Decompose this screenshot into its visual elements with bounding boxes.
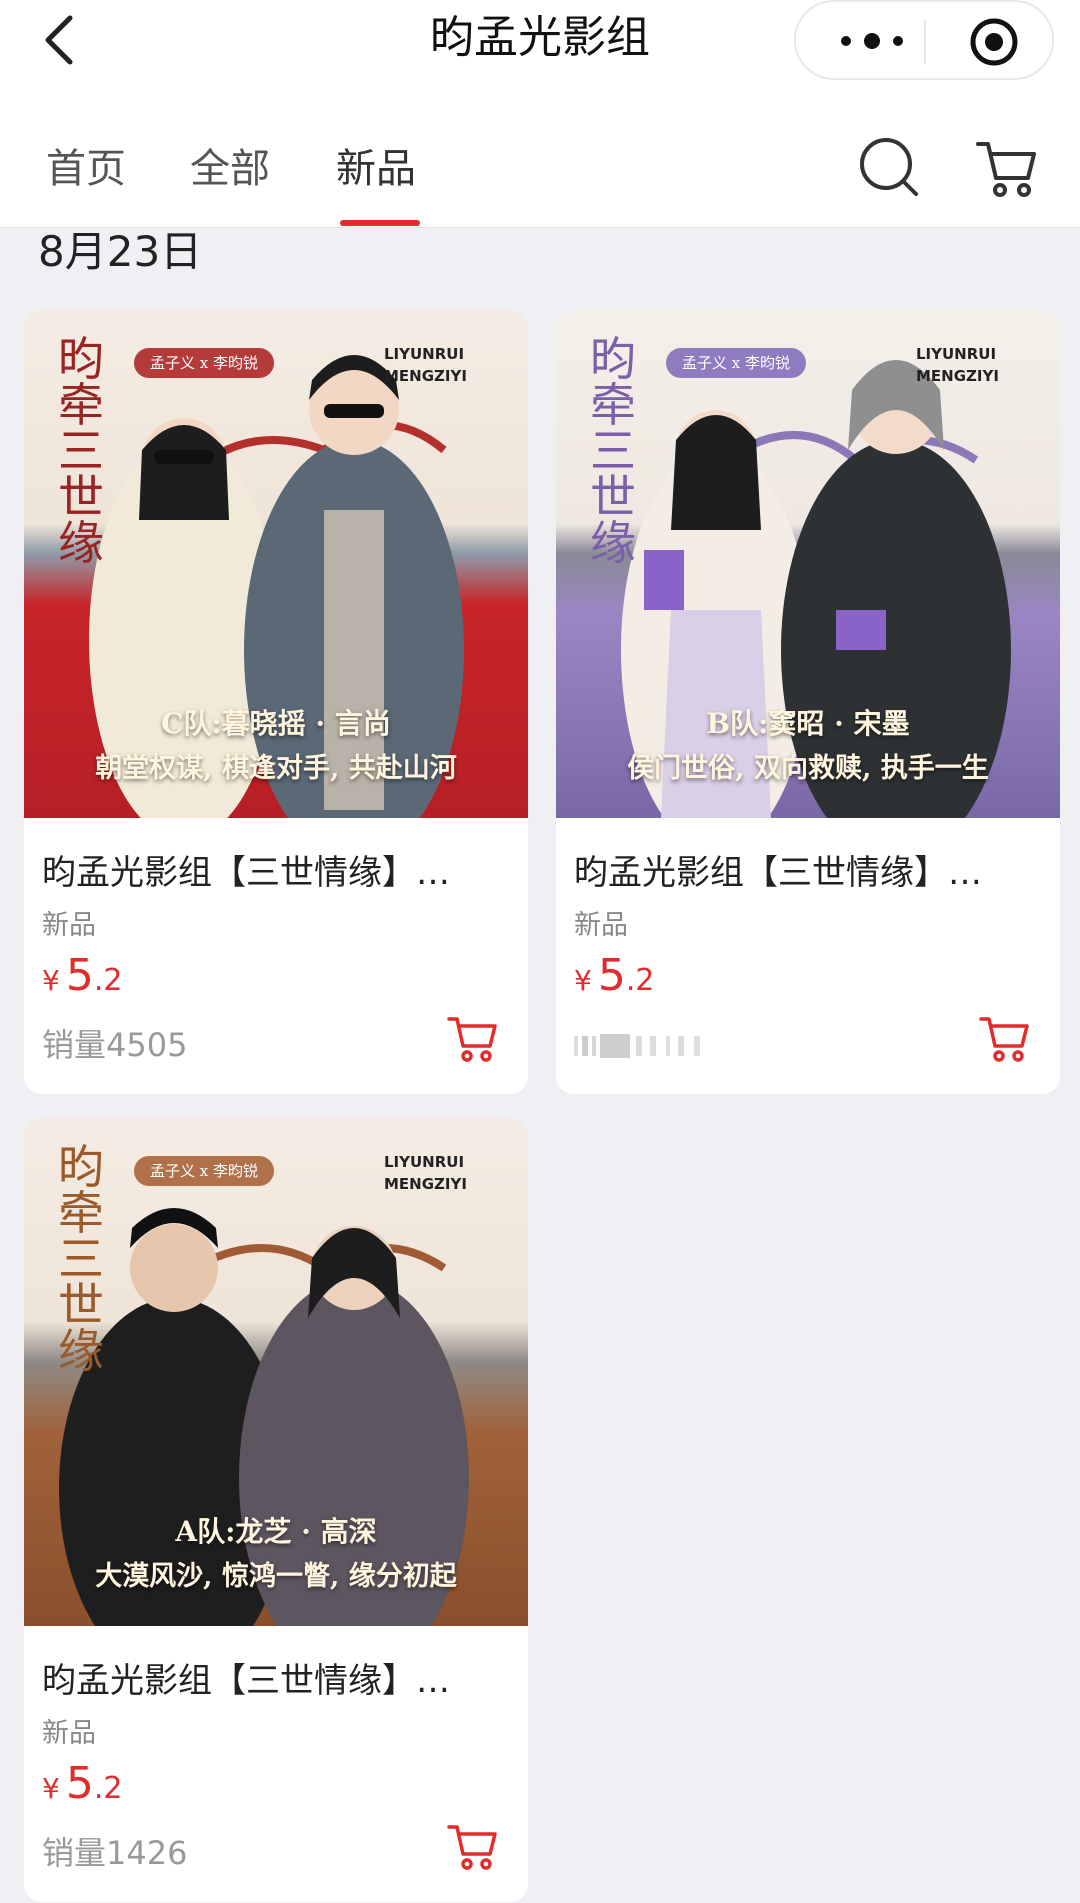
product-price: ¥5.2 [42,948,122,1013]
product-tag: 新品 [574,910,628,941]
product-card[interactable]: 昀牵三世缘 孟子义 x 李昀锐 LIYUNRUI MENGZIYI B队:窦昭 … [556,310,1060,1094]
poster-collab-badge: 孟子义 x 李昀锐 [134,1156,274,1186]
currency-symbol: ¥ [574,964,592,997]
price-integer: 5 [597,950,626,1001]
product-name[interactable]: 昀孟光影组【三世情缘】… [42,1658,512,1704]
poster-collab-badge: 孟子义 x 李昀锐 [134,348,274,378]
add-to-cart-icon[interactable] [446,1012,498,1064]
poster-vertical-title: 昀牵三世缘 [590,332,636,570]
target-icon[interactable] [968,16,1020,68]
poster-caption-2: 朝堂权谋, 棋逢对手, 共赴山河 [95,753,457,784]
top-bar: 昀孟光影组 [0,0,1080,84]
product-tag: 新品 [42,910,96,941]
price-decimal: .2 [625,963,655,998]
product-card[interactable]: 昀牵三世缘 孟子义 x 李昀锐 LIYUNRUI MENGZIYI C队:暮晓摇… [24,310,528,1094]
price-integer: 5 [65,1758,94,1809]
product-image[interactable]: 昀牵三世缘 孟子义 x 李昀锐 LIYUNRUI MENGZIYI B队:窦昭 … [556,310,1060,818]
price-decimal: .2 [93,1771,123,1806]
poster-latin-2: MENGZIYI [384,1175,467,1193]
product-card[interactable]: 昀牵三世缘 孟子义 x 李昀锐 LIYUNRUI MENGZIYI A队:龙芝 … [24,1118,528,1902]
poster-latin-1: LIYUNRUI [916,345,997,363]
tab-home[interactable]: 首页 [46,144,126,194]
capsule-divider [924,20,926,64]
sales-count: 销量4505 [42,1026,188,1064]
tab-new[interactable]: 新品 [336,144,416,194]
poster-caption-2: 侯门世俗, 双向救赎, 执手一生 [627,753,989,784]
product-tag: 新品 [42,1718,96,1749]
sales-count: 销量1426 [42,1834,188,1872]
price-integer: 5 [65,950,94,1001]
mini-program-capsule [794,0,1054,80]
active-tab-indicator [340,220,420,226]
search-icon[interactable] [858,136,922,200]
poster-latin-2: MENGZIYI [384,367,467,385]
poster-caption-1: C队:暮晓摇 · 言尚 [161,707,391,740]
poster-latin-1: LIYUNRUI [384,1153,465,1171]
product-image[interactable]: 昀牵三世缘 孟子义 x 李昀锐 LIYUNRUI MENGZIYI A队:龙芝 … [24,1118,528,1626]
product-name[interactable]: 昀孟光影组【三世情缘】… [42,850,512,896]
poster-caption-1: A队:龙芝 · 高深 [175,1515,377,1548]
price-decimal: .2 [93,963,123,998]
poster-collab-badge: 孟子义 x 李昀锐 [666,348,806,378]
tab-bar: 首页 全部 新品 [0,84,1080,228]
add-to-cart-icon[interactable] [978,1012,1030,1064]
product-price: ¥5.2 [42,1756,122,1821]
more-dots-icon[interactable] [832,26,912,56]
poster-caption-1: B队:窦昭 · 宋墨 [706,707,910,740]
poster-vertical-title: 昀牵三世缘 [58,332,104,570]
poster-caption-2: 大漠风沙, 惊鸿一瞥, 缘分初起 [95,1561,457,1592]
product-name[interactable]: 昀孟光影组【三世情缘】… [574,850,1044,896]
poster-latin-1: LIYUNRUI [384,345,465,363]
blurred-sales-count [574,1034,700,1058]
poster-latin-2: MENGZIYI [916,367,999,385]
add-to-cart-icon[interactable] [446,1820,498,1872]
poster-vertical-title: 昀牵三世缘 [58,1140,104,1378]
product-price: ¥5.2 [574,948,654,1013]
cart-icon[interactable] [974,136,1038,200]
product-image[interactable]: 昀牵三世缘 孟子义 x 李昀锐 LIYUNRUI MENGZIYI C队:暮晓摇… [24,310,528,818]
currency-symbol: ¥ [42,1772,60,1805]
tab-all[interactable]: 全部 [190,144,270,194]
date-section-label: 8月23日 [38,227,203,276]
currency-symbol: ¥ [42,964,60,997]
